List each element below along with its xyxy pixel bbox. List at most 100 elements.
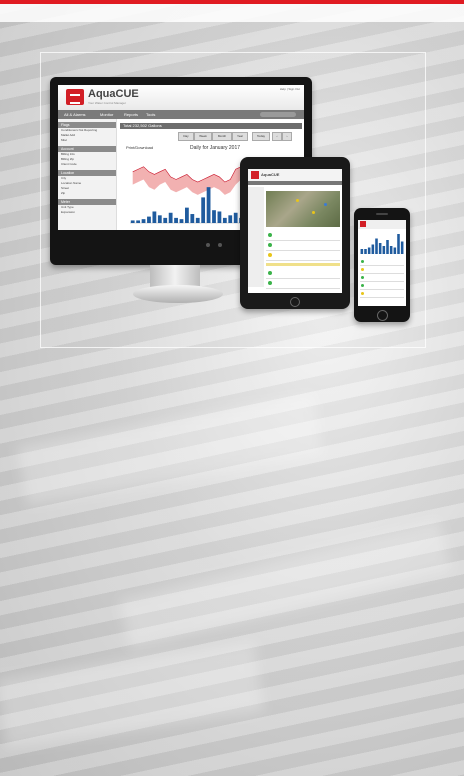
phone-usage-bar [397,234,400,254]
list-item[interactable] [266,279,340,289]
range-button-year[interactable]: Year [232,132,248,141]
range-button-day[interactable]: Day [178,132,194,141]
status-dot-icon [268,281,272,285]
list-item[interactable] [266,251,340,261]
search-input[interactable] [260,112,296,117]
usage-bar[interactable] [212,210,216,223]
status-dot-icon [361,284,364,287]
today-button[interactable]: Today [252,132,270,141]
background-shape [0,642,264,748]
list-item[interactable] [360,290,404,298]
nav-item-reports[interactable]: Reports [124,112,138,117]
aquacue-logo [251,171,259,179]
nav-item-tools[interactable]: Tools [146,112,155,117]
list-item[interactable] [360,282,404,290]
usage-bar[interactable] [130,220,135,223]
usage-total: Total 232,502 Gallons [123,123,162,128]
list-item[interactable] [266,231,340,241]
list-item[interactable] [360,266,404,274]
speaker-grille [376,213,388,215]
background-shape [118,520,452,650]
usage-bar[interactable] [157,215,162,223]
home-button[interactable] [290,297,300,307]
status-dot-icon [361,260,364,263]
usage-bar[interactable] [174,217,178,223]
sidebar-item[interactable]: Client Code [58,162,116,167]
aquacue-logo [360,221,366,227]
map-pin-icon[interactable] [324,203,327,206]
usage-bar[interactable] [206,187,211,223]
monitor-indicator [206,243,210,247]
nav-item-alarms[interactable]: All & Alarms [64,112,86,117]
list-item[interactable] [360,258,404,266]
list-item[interactable] [266,269,340,279]
phone-usage-bar [382,246,386,254]
chart-title: Daily for January 2017 [190,145,241,151]
usage-bar[interactable] [195,217,200,223]
list-item[interactable] [360,274,404,282]
app-header: AquaCUE Your Water Control Manager Help … [58,85,304,110]
sidebar-item[interactable]: Misc [58,138,116,143]
alert-banner [266,263,340,266]
phone-usage-bar [375,238,378,254]
tablet-nav [248,181,342,185]
usage-bar[interactable] [168,212,173,223]
status-dot-icon [268,253,272,257]
monitor-base [133,285,223,303]
phone-usage-bar [367,247,371,254]
usage-bar[interactable] [147,216,151,223]
usage-bar[interactable] [141,219,146,223]
phone-usage-bar [364,249,367,254]
phone-usage-bar [360,249,364,254]
range-button-week[interactable]: Week [194,132,212,141]
usage-bar[interactable] [136,220,141,223]
range-controls: Day Week Month Year Today ‹ › [120,132,302,141]
usage-bar[interactable] [152,211,157,223]
usage-summary-bar: Total 232,502 Gallons [120,123,302,129]
usage-bar[interactable] [179,219,184,223]
phone-screen [358,220,406,306]
monitor-indicator [218,243,222,247]
next-icon[interactable]: › [282,132,292,141]
status-dot-icon [361,292,364,295]
phone-usage-bar [378,243,382,254]
status-dot-icon [268,233,272,237]
usage-bar[interactable] [190,214,195,223]
home-button[interactable] [377,310,388,321]
sidebar-item[interactable]: Zip [58,191,116,196]
map-view[interactable] [266,191,340,227]
phone-usage-bar [389,246,393,254]
marketing-page: AquaCUE Your Water Control Manager Help … [0,0,464,776]
usage-bar[interactable] [201,197,206,223]
phone-usage-bar [393,247,397,254]
phone-header [358,220,406,229]
usage-bar[interactable] [228,215,233,223]
prev-icon[interactable]: ‹ [272,132,282,141]
usage-bar[interactable] [233,212,238,223]
print-download-link[interactable]: Print/Download [126,145,153,150]
map-pin-icon[interactable] [312,211,315,214]
usage-bar[interactable] [222,217,227,223]
status-dot-icon [361,268,364,271]
phone-usage-bar [371,244,375,254]
nav-item-monitor[interactable]: Monitor [100,112,113,117]
tablet-device: AquaCUE [240,157,350,309]
usage-bar[interactable] [163,217,168,223]
phone-usage-bar [400,241,404,254]
tablet-sidebar [248,187,264,287]
usage-bar[interactable] [185,207,189,223]
brand-name: AquaCUE [88,88,139,100]
usage-bar[interactable] [217,211,222,223]
status-dot-icon [268,243,272,247]
header-links[interactable]: Help | Sign Out [280,87,300,91]
sidebar-item[interactable]: Expansion [58,210,116,215]
status-dot-icon [268,271,272,275]
top-band [0,4,464,22]
tablet-brand: AquaCUE [261,172,280,177]
phone-device [354,208,410,322]
map-pin-icon[interactable] [296,199,299,202]
range-button-month[interactable]: Month [212,132,232,141]
sidebar: Flags Conditioners Not Reporting Mallet … [58,119,117,230]
list-item[interactable] [266,241,340,251]
chart-header: Print/Download Daily for January 2017 [120,145,302,153]
